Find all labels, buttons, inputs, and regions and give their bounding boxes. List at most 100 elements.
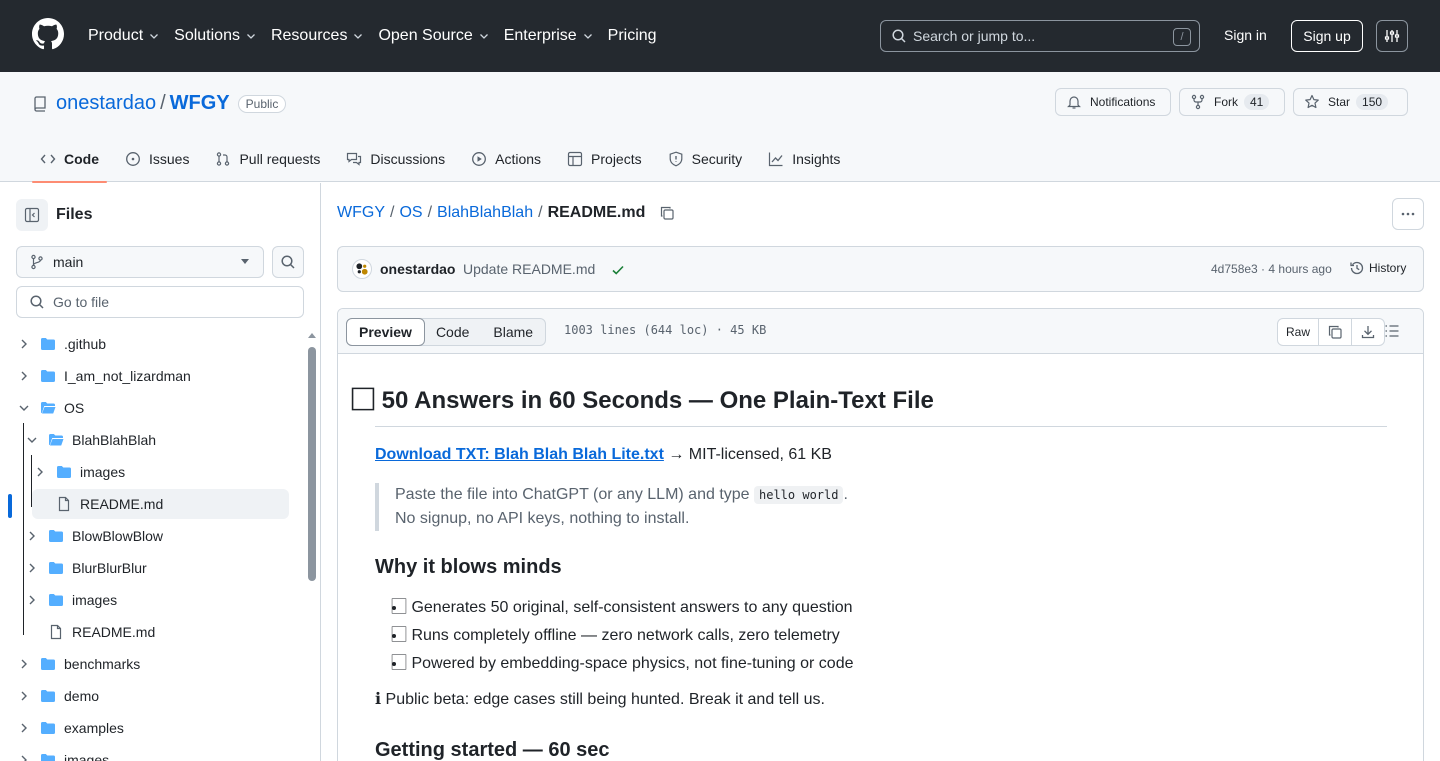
breadcrumb-link[interactable]: WFGY (337, 204, 385, 222)
tab-insights[interactable]: Insights (760, 136, 848, 182)
feature-list: ⃞ Generates 50 original, self-consistent… (375, 596, 1387, 676)
chevron-right-icon (21, 755, 27, 761)
tab-projects[interactable]: Projects (559, 136, 650, 182)
go-to-file-placeholder: Go to file (53, 294, 110, 310)
folder-icon (41, 690, 55, 702)
nav-label: Solutions (174, 27, 240, 44)
tree-item-folder[interactable]: OS (16, 393, 84, 423)
tree-item-label: OS (64, 400, 85, 416)
repo-name-link[interactable]: WFGY (170, 92, 230, 115)
nav-solutions[interactable]: Solutions (174, 27, 257, 45)
tree-item-folder[interactable]: examples (16, 713, 124, 743)
avatar[interactable] (352, 259, 372, 279)
chevron-right-icon (29, 563, 35, 573)
tab-pull-requests[interactable]: Pull requests (207, 136, 328, 182)
tree-item-file-selected[interactable]: README.md (32, 489, 289, 519)
tab-label: Security (691, 151, 743, 167)
outline-list-icon[interactable] (1384, 323, 1400, 339)
tree-item-folder[interactable]: images (16, 745, 109, 761)
collapse-sidebar-button[interactable] (16, 199, 48, 231)
download-icon (1361, 326, 1375, 339)
more-options-button[interactable] (1392, 198, 1424, 230)
star-icon (1305, 94, 1319, 109)
notifications-button[interactable]: Notifications (1055, 88, 1171, 116)
scroll-up-arrow[interactable] (308, 333, 316, 338)
preview-tab[interactable]: Preview (346, 318, 425, 346)
search-files-button[interactable] (272, 246, 304, 278)
breadcrumb-separator: / (427, 204, 433, 221)
file-viewer-toolbar: Preview Code Blame 1003 lines (644 loc) … (338, 309, 1423, 354)
tree-item-folder[interactable]: benchmarks (16, 649, 140, 679)
go-to-file-input[interactable]: Go to file (16, 286, 304, 318)
tab-security[interactable]: Security (660, 136, 751, 182)
check-icon[interactable] (610, 262, 626, 278)
settings-menu-button[interactable] (1376, 20, 1408, 52)
tree-item-file[interactable]: README.md (48, 617, 155, 647)
nav-label: Pricing (607, 27, 657, 44)
chevron-down-icon (354, 34, 363, 39)
raw-button[interactable]: Raw (1278, 319, 1320, 345)
sidebar-scrollbar-thumb[interactable] (308, 347, 316, 581)
tree-item-folder[interactable]: images (24, 585, 117, 615)
sign-up-button[interactable]: Sign up (1291, 20, 1363, 52)
breadcrumb-link[interactable]: OS (399, 204, 422, 222)
blame-view-tab[interactable]: Blame (481, 319, 545, 345)
breadcrumb: WFGY / OS / BlahBlahBlah / README.md (337, 204, 675, 222)
nav-product[interactable]: Product (88, 27, 160, 45)
nav-label: Enterprise (503, 27, 577, 44)
history-button[interactable]: History (1349, 260, 1406, 276)
list-item: ⃞ Generates 50 original, self-consistent… (407, 596, 1387, 620)
repo-title: onestardao / WFGY Public (32, 92, 287, 115)
tree-item-folder[interactable]: demo (16, 681, 99, 711)
commit-author[interactable]: onestardao (380, 261, 455, 277)
repo-owner-link[interactable]: onestardao (56, 92, 156, 115)
folder-icon (57, 466, 71, 478)
tree-item-label: images (80, 464, 126, 480)
pull-request-icon (217, 152, 230, 166)
tab-code[interactable]: Code (32, 136, 107, 183)
section-heading-getting-started: Getting started — 60 sec (375, 739, 610, 761)
search-placeholder: Search or jump to... (913, 28, 1036, 44)
tab-discussions[interactable]: Discussions (338, 136, 453, 182)
tree-item-folder[interactable]: BlahBlahBlah (24, 425, 156, 455)
tree-item-folder[interactable]: BlowBlowBlow (24, 521, 163, 551)
tree-item-folder[interactable]: I_am_not_lizardman (16, 361, 191, 391)
tab-issues[interactable]: Issues (117, 136, 197, 182)
commit-hash-time[interactable]: 4d758e3 · 4 hours ago (1211, 262, 1332, 276)
copy-path-icon[interactable] (659, 205, 675, 221)
download-txt-link[interactable]: Download TXT: Blah Blah Blah Lite.txt (375, 446, 664, 463)
breadcrumb-current-file: README.md (547, 204, 646, 221)
code-view-tab[interactable]: Code (424, 319, 481, 345)
search-input[interactable]: Search or jump to... / (880, 20, 1200, 52)
branch-selector[interactable]: main (16, 246, 264, 278)
quote-line-1: Paste the file into ChatGPT (or any LLM)… (395, 483, 1387, 507)
chevron-down-icon (27, 437, 37, 443)
readme-heading: ⃞ 50 Answers in 60 Seconds — One Plain-T… (375, 385, 1387, 427)
chevron-down-icon (479, 34, 488, 39)
folder-icon (41, 754, 55, 761)
caret-down-icon (241, 259, 249, 264)
tree-item-folder[interactable]: .github (16, 329, 106, 359)
bell-icon (1067, 96, 1081, 109)
folder-icon (49, 530, 63, 542)
nav-open-source[interactable]: Open Source (378, 27, 489, 45)
tree-item-folder[interactable]: BlurBlurBlur (24, 553, 147, 583)
nav-enterprise[interactable]: Enterprise (504, 27, 594, 45)
github-logo-icon[interactable] (32, 18, 64, 50)
tab-actions[interactable]: Actions (463, 136, 549, 182)
fork-button[interactable]: Fork 41 (1179, 88, 1285, 116)
star-button[interactable]: Star 150 (1293, 88, 1408, 116)
nav-resources[interactable]: Resources (271, 27, 364, 45)
sign-in-link[interactable]: Sign in (1224, 27, 1267, 43)
graph-icon (769, 152, 783, 167)
nav-pricing[interactable]: Pricing (608, 27, 657, 45)
kebab-horizontal-icon (1401, 212, 1415, 216)
tree-item-label: images (72, 592, 118, 608)
tree-item-folder[interactable]: images (32, 457, 125, 487)
download-button[interactable] (1352, 319, 1384, 345)
repo-title-separator: / (160, 92, 166, 114)
search-icon (281, 255, 295, 269)
commit-message[interactable]: Update README.md (463, 261, 595, 277)
copy-raw-button[interactable] (1319, 319, 1353, 345)
breadcrumb-link[interactable]: BlahBlahBlah (437, 204, 533, 222)
